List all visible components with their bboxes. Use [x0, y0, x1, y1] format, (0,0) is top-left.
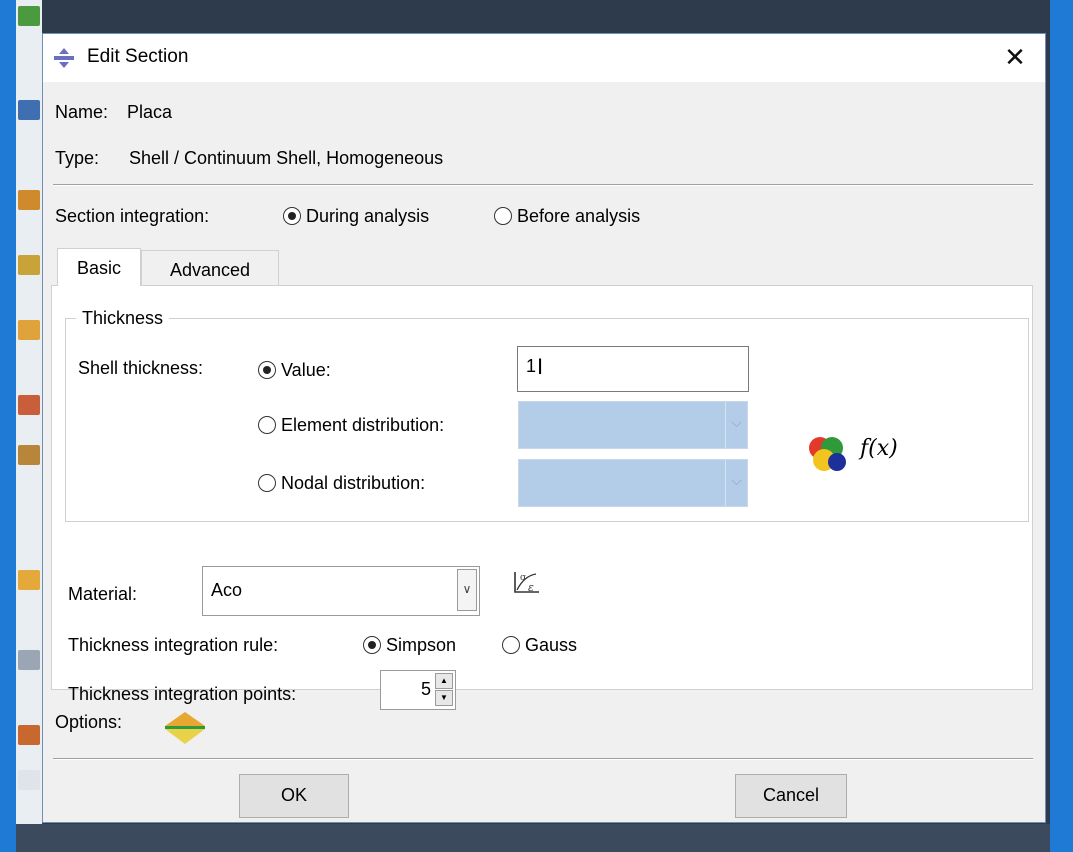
radio-label: During analysis [306, 206, 430, 226]
section-integration-label: Section integration: [55, 206, 210, 226]
dialog-title: Edit Section [87, 46, 189, 67]
radio-circle[interactable] [258, 474, 276, 492]
radio-simpson[interactable]: Simpson [363, 635, 456, 656]
toolbox-mesh-icon[interactable] [18, 100, 40, 120]
radio-label: Value: [281, 360, 331, 380]
material-label: Material: [68, 584, 138, 604]
toolbox-axis-icon[interactable] [18, 770, 40, 790]
radio-element-distribution[interactable]: Element distribution: [258, 415, 444, 436]
fx-label[interactable]: f(x) [860, 436, 898, 461]
separator [53, 184, 1033, 186]
analytical-field-icon[interactable] [804, 433, 850, 473]
type-label: Type: [55, 148, 100, 168]
shell-thickness-label: Shell thickness: [78, 358, 204, 378]
screen-edge-left [0, 0, 16, 852]
basic-tab-panel: Thickness Shell thickness: Value: 1I Ele… [51, 285, 1033, 710]
toolbox-feature-icon[interactable] [18, 725, 40, 745]
radio-during-analysis[interactable]: During analysis [283, 206, 429, 227]
integration-points-value: 5 [420, 679, 431, 699]
thickness-integration-points-label: Thickness integration points: [68, 684, 297, 704]
section-icon [54, 48, 74, 68]
thickness-value-text: 1 [526, 356, 537, 376]
ok-button[interactable]: OK [239, 774, 349, 818]
shell-options-icon[interactable] [163, 710, 207, 746]
toolbox-cylinder-icon[interactable] [18, 320, 40, 340]
element-distribution-combo: ⌵ [518, 401, 748, 449]
radio-nodal-distribution[interactable]: Nodal distribution: [258, 473, 425, 494]
radio-value[interactable]: Value: [258, 360, 331, 381]
toolbox-shape-icon[interactable] [18, 255, 40, 275]
svg-text:ε: ε [528, 581, 534, 594]
title-bar: Edit Section ✕ [43, 34, 1045, 82]
screen-edge-right [1050, 0, 1073, 852]
type-value: Shell / Continuum Shell, Homogeneous [129, 148, 444, 168]
toolbox-part-icon[interactable] [18, 6, 40, 26]
options-label: Options: [55, 712, 123, 732]
text-cursor-icon: I [537, 354, 544, 379]
spin-down-icon[interactable]: ▼ [435, 690, 453, 706]
radio-circle[interactable] [502, 636, 520, 654]
toolbox-edit-icon[interactable] [18, 445, 40, 465]
radio-label: Before analysis [517, 206, 641, 226]
thickness-integration-rule-label: Thickness integration rule: [68, 635, 279, 655]
radio-circle[interactable] [363, 636, 381, 654]
chevron-down-icon: ⌵ [725, 460, 747, 506]
radio-circle[interactable] [258, 416, 276, 434]
chevron-down-icon: ⌵ [725, 402, 747, 448]
material-value: Aco [211, 580, 243, 600]
radio-label: Element distribution: [281, 415, 445, 435]
radio-before-analysis[interactable]: Before analysis [494, 206, 640, 227]
name-label: Name: [55, 102, 109, 122]
radio-gauss[interactable]: Gauss [502, 635, 577, 656]
app-bottom-bar [16, 824, 1050, 852]
material-combo[interactable]: Aco ∨ [202, 566, 480, 616]
separator [53, 758, 1033, 760]
close-button[interactable]: ✕ [1001, 42, 1029, 72]
thickness-group-title: Thickness [76, 308, 170, 329]
radio-circle[interactable] [283, 207, 301, 225]
edit-section-dialog: Edit Section ✕ Name: Placa Type: Shell /… [42, 33, 1046, 823]
radio-label: Simpson [386, 635, 457, 655]
cancel-button[interactable]: Cancel [735, 774, 847, 818]
radio-label: Nodal distribution: [281, 473, 426, 493]
spin-up-icon[interactable]: ▲ [435, 673, 453, 689]
nodal-distribution-combo: ⌵ [518, 459, 748, 507]
create-material-icon[interactable]: ε σ [512, 570, 542, 596]
radio-label: Gauss [525, 635, 578, 655]
tab-advanced[interactable]: Advanced [141, 250, 279, 286]
toolbox-partition-icon[interactable] [18, 395, 40, 415]
toolbox-query-icon[interactable] [18, 650, 40, 670]
tab-basic[interactable]: Basic [57, 248, 141, 286]
integration-points-spinner[interactable]: 5 ▲ ▼ [380, 670, 456, 710]
radio-circle[interactable] [258, 361, 276, 379]
name-value: Placa [127, 102, 173, 122]
toolbox-tool-icon[interactable] [18, 190, 40, 210]
thickness-value-input[interactable]: 1I [517, 346, 749, 392]
radio-circle[interactable] [494, 207, 512, 225]
chevron-down-icon[interactable]: ∨ [457, 569, 477, 611]
toolbox-datum-icon[interactable] [18, 570, 40, 590]
svg-text:σ: σ [520, 573, 526, 583]
